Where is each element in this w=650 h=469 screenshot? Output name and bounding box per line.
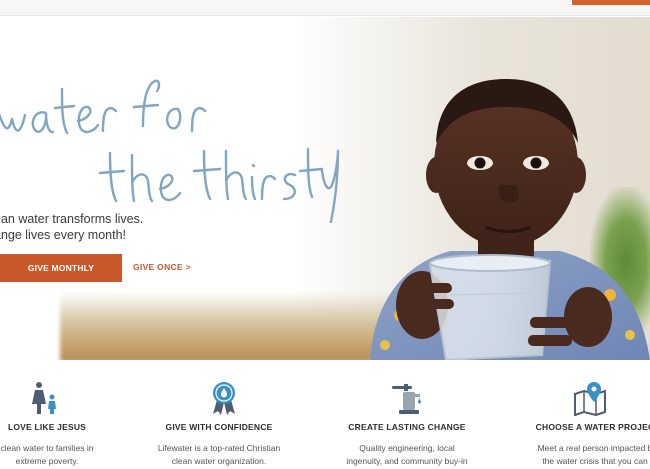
feature-description-line-2: ingenuity, and community buy-in [346,455,468,466]
feature-title: CHOOSE A WATER PROJEC [535,422,650,432]
features-section: LOVE LIKE JESUS clean water to families … [0,360,650,469]
feature-description-line-2: the water crisis that you can [542,455,648,466]
feature-title: CREATE LASTING CHANGE [348,422,466,432]
feature-description-line-1: Lifewater is a top-rated Christian [157,443,281,453]
give-once-link[interactable]: GIVE ONCE > [133,262,191,272]
feature-description: Meet a real person impacted b the water … [510,442,650,467]
hero-tagline: ean water transforms lives. ange lives e… [0,211,143,243]
hero-script-title [0,53,340,245]
family-icon [27,380,63,416]
hero-tagline-line-1: ean water transforms lives. [0,212,144,226]
feature-title: LOVE LIKE JESUS [7,422,87,432]
hero-section: ean water transforms lives. ange lives e… [0,17,650,360]
map-pin-icon [572,380,608,417]
feature-description: clean water to families in extreme pover… [0,442,132,467]
feature-description-line-1: clean water to families in [0,443,94,453]
feature-description-line-1: Quality engineering, local [359,443,455,453]
hero-tagline-line-2: ange lives every month! [0,228,127,242]
feature-description: Lifewater is a top-rated Christian clean… [134,442,304,467]
feature-description-line-2: clean water organization. [171,455,267,466]
give-monthly-button[interactable]: GIVE MONTHLY [0,254,122,282]
top-donate-button[interactable] [572,0,650,5]
feature-title: GIVE WITH CONFIDENCE [165,422,273,432]
feature-description-line-1: Meet a real person impacted b [537,443,650,453]
water-pump-icon [390,380,426,416]
hero-child-photo [360,55,650,360]
feature-description: Quality engineering, local ingenuity, an… [322,442,492,467]
award-ribbon-icon [206,380,242,416]
top-navigation-bar [0,0,650,16]
feature-description-line-2: extreme poverty. [15,455,79,466]
